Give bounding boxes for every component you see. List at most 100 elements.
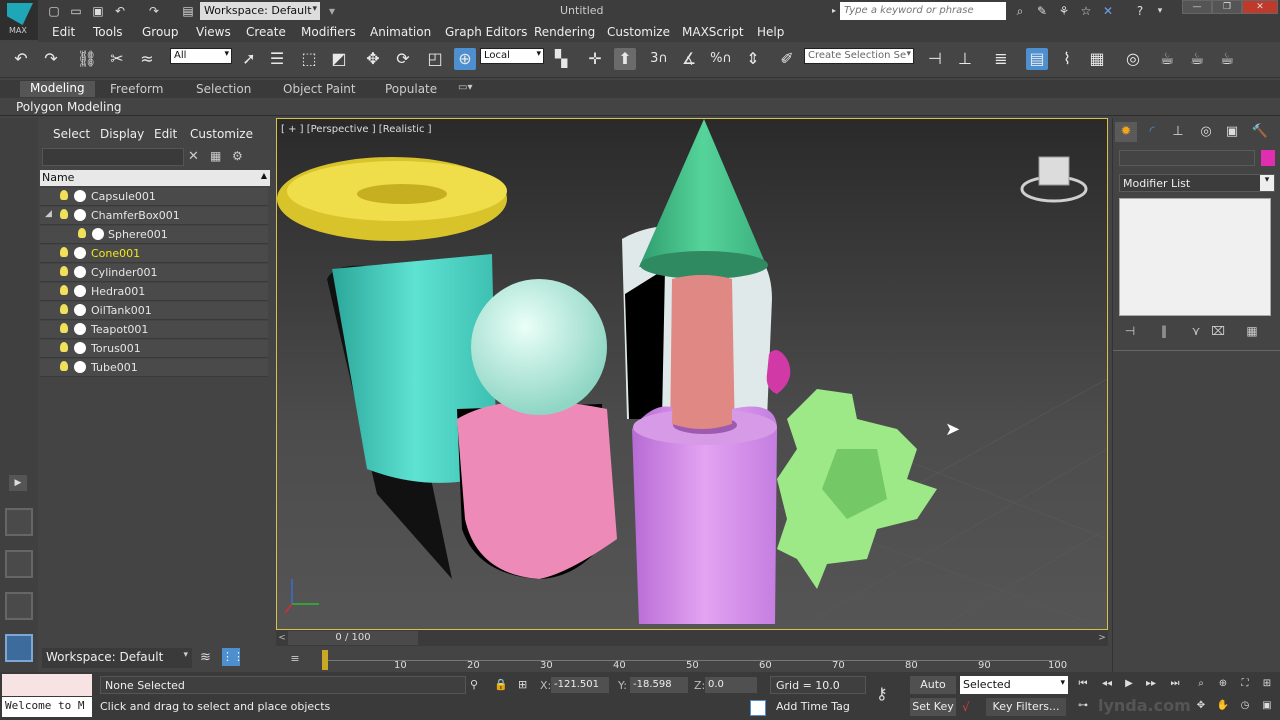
list-item[interactable]: Torus001 <box>40 340 268 358</box>
list-item[interactable]: OilTank001 <box>40 302 268 320</box>
zoom-extents-icon[interactable]: ⛶ <box>1236 678 1254 692</box>
light-icon[interactable] <box>60 247 68 257</box>
layer-manager-icon[interactable]: ≣ <box>990 48 1012 70</box>
layer-explorer-icon[interactable]: ≋ <box>200 650 211 665</box>
visibility-icon[interactable] <box>74 361 86 373</box>
visibility-icon[interactable] <box>74 247 86 259</box>
menu-group[interactable]: Group <box>142 25 179 39</box>
visibility-icon[interactable] <box>74 342 86 354</box>
hierarchy-tab-icon[interactable]: ⊥ <box>1167 122 1189 142</box>
scene-explorer-toggle-icon[interactable]: ▤ <box>1026 48 1048 70</box>
ribbon-options-icon[interactable]: ▭▾ <box>458 82 472 93</box>
tab-modeling[interactable]: Modeling <box>20 81 95 97</box>
perspective-viewport[interactable]: [ + ] [Perspective ] [Realistic ] ➤ <box>276 118 1108 630</box>
layout-tab-2[interactable] <box>5 550 33 578</box>
current-frame-marker[interactable] <box>322 650 328 670</box>
configure-sets-icon[interactable]: ▦ <box>1243 324 1261 340</box>
select-place-icon[interactable]: ⊕ <box>454 48 476 70</box>
set-key-button[interactable]: Set Key <box>910 698 956 716</box>
menu-animation[interactable]: Animation <box>370 25 431 39</box>
align-icon[interactable]: ⊥ <box>954 48 976 70</box>
collapse-icon[interactable]: ◢ <box>45 209 52 219</box>
visibility-icon[interactable] <box>74 285 86 297</box>
motion-tab-icon[interactable]: ◎ <box>1195 122 1217 142</box>
restore-icon[interactable]: ❐ <box>1212 0 1242 14</box>
light-icon[interactable] <box>78 228 86 238</box>
tab-selection[interactable]: Selection <box>196 82 251 96</box>
y-coordinate-field[interactable]: -18.598 <box>630 677 688 693</box>
list-item[interactable]: Cone001 <box>40 245 268 263</box>
modifier-stack[interactable] <box>1119 198 1271 316</box>
explorer-menu-customize[interactable]: Customize <box>190 127 253 141</box>
keyboard-shortcut-override-icon[interactable]: ⬆ <box>614 48 636 70</box>
light-icon[interactable] <box>60 304 68 314</box>
explorer-menu-display[interactable]: Display <box>100 127 144 141</box>
manipulate-icon[interactable]: ✛ <box>584 48 606 70</box>
go-to-end-icon[interactable]: ⏭ <box>1166 678 1184 692</box>
menu-rendering[interactable]: Rendering <box>534 25 595 39</box>
application-button[interactable]: MAX <box>0 0 38 40</box>
curve-editor-icon[interactable]: ⌇ <box>1056 48 1078 70</box>
menu-tools[interactable]: Tools <box>93 25 123 39</box>
time-slider-thumb[interactable]: 0 / 100 <box>288 631 418 645</box>
schematic-view-icon[interactable]: ▦ <box>1086 48 1108 70</box>
field-of-view-icon[interactable]: ✥ <box>1192 700 1210 714</box>
absolute-mode-icon[interactable]: ⊞ <box>518 678 527 691</box>
display-tab-icon[interactable]: ▣ <box>1221 122 1243 142</box>
rotate-icon[interactable]: ⟳ <box>392 48 414 70</box>
x-coordinate-field[interactable]: -121.501 <box>551 677 609 693</box>
tab-populate[interactable]: Populate <box>385 82 437 96</box>
object-color-swatch[interactable] <box>1261 150 1275 166</box>
menu-customize[interactable]: Customize <box>607 25 670 39</box>
close-icon[interactable]: ✕ <box>1242 0 1278 14</box>
name-column-header[interactable]: Name ▲ <box>40 170 270 186</box>
key-filters-button[interactable]: Key Filters... <box>986 698 1066 716</box>
undo-icon[interactable]: ↶ <box>112 3 128 19</box>
menu-graph-editors[interactable]: Graph Editors <box>445 25 527 39</box>
light-icon[interactable] <box>60 209 68 219</box>
menu-create[interactable]: Create <box>246 25 286 39</box>
expand-layout-icon[interactable]: ▶ <box>9 475 27 491</box>
angle-snap-icon[interactable]: ∡ <box>678 48 700 70</box>
explorer-search-input[interactable] <box>42 148 184 166</box>
explorer-menu-edit[interactable]: Edit <box>154 127 177 141</box>
visibility-icon[interactable] <box>74 304 86 316</box>
selection-filter-dropdown[interactable]: All ▾ <box>170 48 232 64</box>
visibility-icon[interactable] <box>74 190 86 202</box>
explorer-menu-select[interactable]: Select <box>53 127 90 141</box>
menu-help[interactable]: Help <box>757 25 784 39</box>
workspace-selector[interactable]: Workspace: Default ▾ <box>42 648 192 668</box>
list-item[interactable]: ◢ ChamferBox001 <box>40 207 268 225</box>
favorites-star-icon[interactable]: ☆ <box>1078 3 1094 19</box>
minimize-icon[interactable]: — <box>1182 0 1212 14</box>
percent-snap-icon[interactable]: %∩ <box>710 48 732 70</box>
open-file-icon[interactable]: ▭ <box>68 3 84 19</box>
subscription-icon[interactable]: ✎ <box>1034 3 1050 19</box>
unlink-icon[interactable]: ✂ <box>106 48 128 70</box>
exchange-icon[interactable]: ✕ <box>1100 3 1116 19</box>
menu-modifiers[interactable]: Modifiers <box>301 25 356 39</box>
time-tag-icon[interactable] <box>750 700 766 716</box>
go-to-start-icon[interactable]: ⏮ <box>1074 678 1092 692</box>
track-bar[interactable]: 10 20 30 40 50 60 70 80 90 100 <box>300 648 1080 672</box>
next-key-icon[interactable]: ▸▸ <box>1142 678 1160 692</box>
list-item[interactable]: Teapot001 <box>40 321 268 339</box>
material-editor-icon[interactable]: ◎ <box>1122 48 1144 70</box>
clear-search-icon[interactable]: ✕ <box>188 149 199 164</box>
key-icon[interactable]: ⚷ <box>876 684 888 703</box>
menu-views[interactable]: Views <box>196 25 231 39</box>
maxscript-listener-mini[interactable] <box>2 674 92 696</box>
ribbon-panel[interactable]: Polygon Modeling <box>0 98 1280 116</box>
object-name-field[interactable] <box>1119 150 1255 166</box>
keyword-search-input[interactable]: Type a keyword or phrase <box>840 2 1006 20</box>
rectangular-selection-icon[interactable]: ⬚ <box>298 48 320 70</box>
layout-tab-4[interactable] <box>5 634 33 662</box>
zoom-extents-all-icon[interactable]: ⊞ <box>1258 678 1276 692</box>
edit-named-selection-icon[interactable]: ✐ <box>776 48 798 70</box>
tab-freeform[interactable]: Freeform <box>110 82 163 96</box>
pivot-center-icon[interactable]: ▚ <box>550 48 572 70</box>
select-object-icon[interactable]: ➚ <box>238 48 260 70</box>
pan-icon[interactable]: ✋ <box>1214 700 1232 714</box>
workspace-dropdown[interactable]: Workspace: Default ▾ <box>200 2 320 20</box>
snaps-toggle-icon[interactable]: 3∩ <box>648 48 670 70</box>
